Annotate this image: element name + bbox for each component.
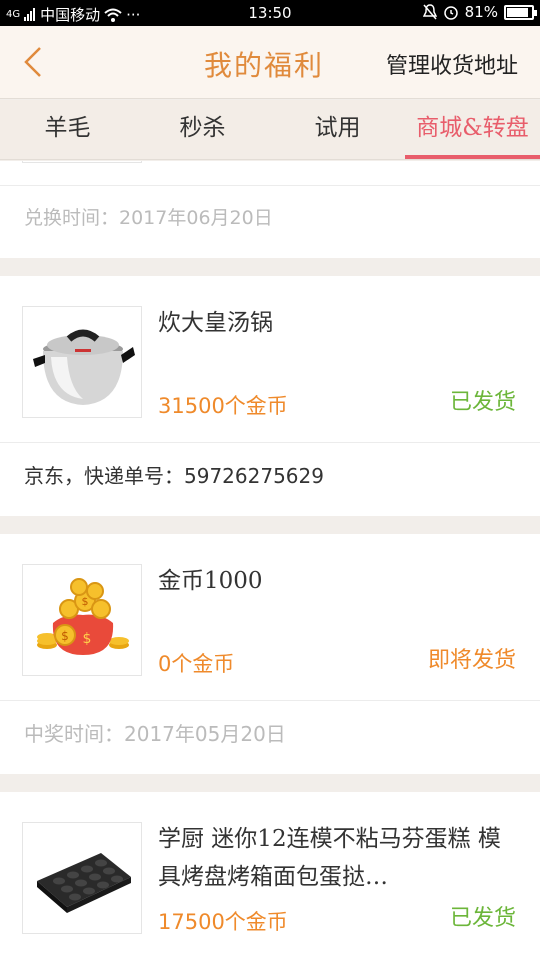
- svg-text:$: $: [61, 629, 69, 643]
- product-name: 学厨 迷你12连模不粘马芬蛋糕 模具烤盘烤箱面包蛋挞…: [158, 826, 501, 890]
- product-thumb-partial: [22, 161, 142, 163]
- tab-trial[interactable]: 试用: [270, 100, 405, 159]
- delivery-status: 已发货: [449, 906, 516, 931]
- battery-icon: [504, 4, 537, 20]
- status-bar: 4G 中国移动 ··· 13:50 81%: [0, 0, 540, 26]
- divider: [0, 185, 540, 186]
- product-name: 炊大皇汤锅: [158, 310, 273, 336]
- mute-bell-icon: [422, 4, 437, 20]
- list-item-partial[interactable]: 兑换时间：2017年06月20日: [0, 161, 540, 258]
- list-item[interactable]: $ $ $ 金币1000 0个金币 即将发货 中奖时间：2017年05月20日: [0, 534, 540, 774]
- product-price: 0个金币: [158, 652, 235, 676]
- header: 我的福利 管理收货地址: [0, 26, 540, 99]
- tab-wool[interactable]: 羊毛: [0, 100, 135, 159]
- list-item[interactable]: 学厨 迷你12连模不粘马芬蛋糕 模具烤盘烤箱面包蛋挞… 17500个金币 已发货: [0, 792, 540, 960]
- product-image: [22, 822, 142, 934]
- reward-list[interactable]: 兑换时间：2017年06月20日 炊大皇汤锅 31500个金币 已发货 京东，快…: [0, 161, 540, 960]
- svg-text:$: $: [83, 631, 92, 647]
- product-name: 金币1000: [158, 568, 263, 594]
- tab-mall-wheel[interactable]: 商城&转盘: [405, 100, 540, 159]
- muffin-tray-image: [37, 853, 131, 913]
- alarm-icon: [443, 6, 458, 20]
- product-price: 17500个金币: [158, 910, 288, 934]
- battery-text: 81%: [464, 3, 498, 21]
- product-price: 31500个金币: [158, 394, 288, 418]
- pot-image: [33, 329, 135, 405]
- manage-address-button[interactable]: 管理收货地址: [386, 48, 518, 80]
- exchange-date: 兑换时间：2017年06月20日: [24, 207, 273, 229]
- back-arrow-icon[interactable]: [18, 44, 54, 80]
- page-title: 我的福利: [204, 49, 325, 82]
- product-image: [22, 306, 142, 418]
- divider: [0, 442, 540, 443]
- tab-bar: 羊毛 秒杀 试用 商城&转盘: [0, 100, 540, 160]
- tab-flash-sale[interactable]: 秒杀: [135, 100, 270, 159]
- coin-bag-image: $ $ $: [37, 578, 129, 655]
- divider: [0, 700, 540, 701]
- list-item[interactable]: 炊大皇汤锅 31500个金币 已发货 京东，快递单号：59726275629: [0, 276, 540, 516]
- tracking-info: 京东，快递单号：59726275629: [24, 464, 324, 488]
- product-image: $ $ $: [22, 564, 142, 676]
- win-date: 中奖时间：2017年05月20日: [24, 722, 286, 746]
- svg-text:$: $: [82, 595, 89, 608]
- status-right: 81%: [422, 3, 537, 21]
- delivery-status: 即将发货: [427, 648, 516, 673]
- delivery-status: 已发货: [449, 390, 516, 415]
